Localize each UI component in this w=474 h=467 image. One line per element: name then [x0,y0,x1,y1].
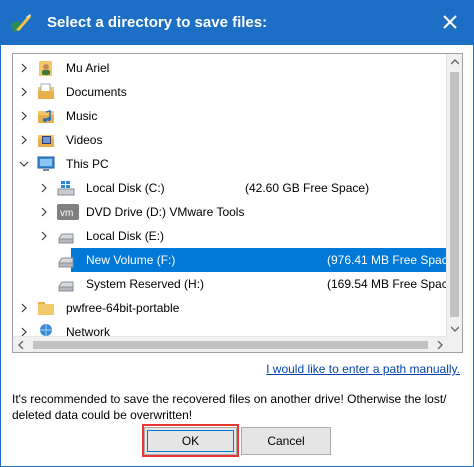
chevron-right-icon[interactable] [18,134,30,146]
tree-item[interactable]: Documents [13,80,448,104]
documents-folder-icon [37,83,55,101]
tree-item[interactable]: Mu Ariel [13,56,448,80]
chevron-right-icon[interactable] [38,230,50,242]
ok-focus-ring [147,430,234,452]
scroll-left-icon[interactable] [13,337,29,352]
tree-item-label: This PC [66,157,109,171]
tree-item[interactable]: System Reserved (H:) (169.54 MB Free Spac… [13,272,458,296]
free-space-label: (42.60 GB Free Space) [245,181,370,195]
free-space-label: (169.54 MB Free Space) [327,277,459,291]
music-folder-icon [37,107,55,125]
tree-item-label: Mu Ariel [66,61,110,75]
tree-item-label: Local Disk (C:) [86,181,165,195]
feather-tool-icon [10,12,33,34]
cancel-button-label: Cancel [267,434,305,448]
save-directory-dialog: Select a directory to save files: Mu Ari… [0,0,474,467]
videos-folder-icon [37,131,55,149]
free-space-label: (976.41 MB Free Space) [327,253,459,267]
chevron-right-icon[interactable] [18,302,30,314]
chevron-right-icon[interactable] [38,182,50,194]
chevron-right-icon[interactable] [18,86,30,98]
scroll-down-icon[interactable] [447,321,462,337]
folder-icon [37,299,55,317]
directory-tree[interactable]: Mu Ariel Documents Music Videos This PC Local… [12,53,463,353]
scrollbar-corner [446,336,462,352]
tree-item[interactable]: Music [13,104,448,128]
tree-item[interactable]: Local Disk (C:) (42.60 GB Free Space) [13,176,448,200]
computer-icon [37,155,55,173]
svg-text:vm: vm [60,208,73,219]
user-folder-icon [37,59,55,77]
chevron-down-icon[interactable] [18,158,30,170]
tree-item-label: Documents [66,85,127,99]
close-icon [443,14,457,32]
title-bar: Select a directory to save files: [1,1,473,45]
chevron-right-icon[interactable] [18,62,30,74]
drive-icon [57,251,75,269]
manual-path-link[interactable]: I would like to enter a path manually. [266,362,460,376]
ok-button[interactable]: OK [144,427,237,455]
tree-item-label: Music [66,109,98,123]
chevron-right-icon[interactable] [38,206,50,218]
tree-item-label: Videos [66,133,103,147]
drive-icon [57,275,75,293]
tree-viewport: Mu Ariel Documents Music Videos This PC Local… [13,54,458,339]
scroll-up-icon[interactable] [447,54,462,70]
tree-item[interactable]: Local Disk (E:) [13,224,448,248]
close-button[interactable] [427,1,473,45]
tree-item-label: DVD Drive (D:) VMware Tools [86,205,245,219]
vertical-scrollbar[interactable] [446,54,462,337]
chevron-right-icon[interactable] [18,110,30,122]
tree-item-label: pwfree-64bit-portable [66,301,180,315]
drive-icon [57,227,75,245]
tree-item[interactable]: This PC [13,152,448,176]
recovery-warning-note: It's recommended to save the recovered f… [12,392,447,422]
tree-item[interactable]: pwfree-64bit-portable [13,296,448,320]
tree-item-label: System Reserved (H:) [86,277,205,291]
dialog-title: Select a directory to save files: [47,14,268,31]
tree-item[interactable]: Videos [13,128,448,152]
windows-disk-icon [57,179,75,197]
tree-item-label: Local Disk (E:) [86,229,165,243]
tree-item-label: New Volume (F:) [86,253,176,267]
tree-item[interactable]: New Volume (F:) (976.41 MB Free Space) [13,248,458,272]
horizontal-scroll-thumb[interactable] [33,341,428,349]
tree-item[interactable]: vm DVD Drive (D:) VMware Tools [13,200,448,224]
horizontal-scrollbar[interactable] [13,336,448,352]
vmware-dvd-icon: vm [57,203,79,221]
cancel-button[interactable]: Cancel [241,427,331,455]
vertical-scroll-thumb[interactable] [450,72,459,317]
